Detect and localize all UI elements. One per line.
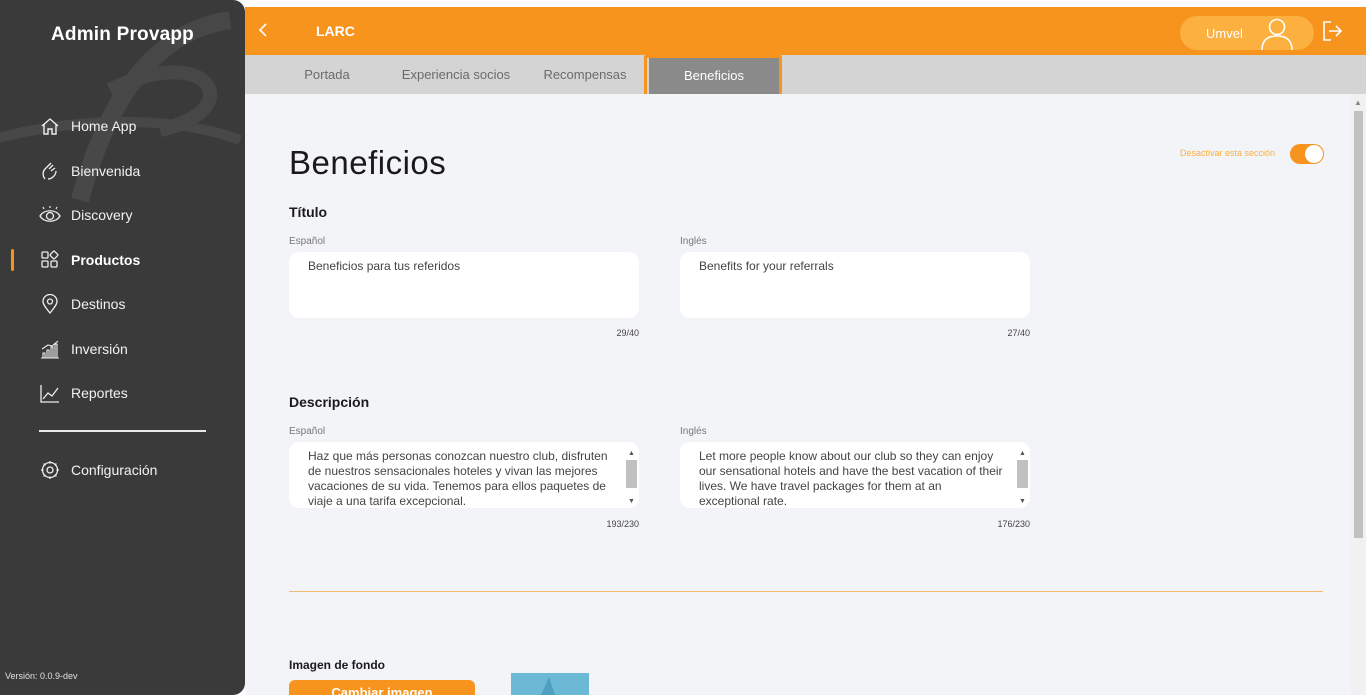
sidebar-nav: Home App Bienvenida Discovery Productos: [0, 104, 245, 416]
description-section-heading: Descripción: [289, 394, 370, 410]
title-en-input[interactable]: Benefits for your referrals: [680, 252, 1030, 318]
main-content: [245, 94, 1351, 695]
logout-icon[interactable]: [1321, 20, 1343, 42]
version-label: Versión: 0.0.9-dev: [5, 671, 78, 681]
sidebar: Admin Provapp Home App Bienvenida Discov…: [0, 0, 245, 695]
textarea-scrollbar-thumb[interactable]: [626, 460, 637, 488]
app-name: LARC: [316, 23, 355, 39]
sidebar-item-label: Productos: [71, 251, 141, 268]
sidebar-config-section: Configuración: [0, 448, 245, 493]
description-en-label: Inglés: [680, 426, 707, 437]
user-menu-button[interactable]: Umvel: [1180, 16, 1314, 51]
sidebar-item-reportes[interactable]: Reportes: [0, 371, 245, 416]
section-toggle[interactable]: [1290, 144, 1324, 164]
tab-portada[interactable]: Portada: [283, 55, 371, 94]
header-bar: LARC Umvel: [245, 7, 1366, 55]
scroll-up-icon[interactable]: ▲: [1354, 98, 1362, 107]
change-image-button[interactable]: Cambiar imagen: [289, 680, 475, 695]
title-section-heading: Título: [289, 204, 328, 220]
tab-experiencia-socios[interactable]: Experiencia socios: [393, 55, 519, 94]
sidebar-item-label: Configuración: [71, 462, 158, 479]
page-title: Beneficios: [289, 144, 447, 181]
sidebar-divider: [39, 430, 206, 432]
description-en-textarea[interactable]: Let more people know about our club so t…: [680, 442, 1030, 508]
scroll-up-icon[interactable]: ▲: [1019, 446, 1026, 461]
sidebar-item-label: Bienvenida: [71, 162, 141, 179]
title-en-counter: 27/40: [1007, 328, 1030, 338]
sidebar-item-label: Discovery: [71, 207, 133, 224]
sidebar-item-discovery[interactable]: Discovery: [0, 193, 245, 238]
app-root: Admin Provapp Home App Bienvenida Discov…: [0, 0, 1366, 695]
scroll-down-icon[interactable]: ▼: [628, 494, 635, 508]
textarea-scrollbar[interactable]: ▲ ▼: [625, 446, 637, 506]
tab-recompensas[interactable]: Recompensas: [537, 55, 633, 94]
textarea-scrollbar[interactable]: ▲ ▼: [1016, 446, 1028, 506]
home-icon: [39, 115, 61, 137]
sidebar-item-configuracion[interactable]: Configuración: [0, 448, 245, 493]
textarea-scrollbar-thumb[interactable]: [1017, 460, 1028, 488]
background-image-label: Imagen de fondo: [289, 658, 385, 672]
user-name: Umvel: [1206, 26, 1243, 41]
gear-icon: [39, 459, 61, 481]
sidebar-item-label: Reportes: [71, 385, 128, 402]
line-chart-icon: [39, 382, 61, 404]
sidebar-item-label: Inversión: [71, 340, 128, 357]
page-scrollbar[interactable]: ▲: [1351, 94, 1366, 695]
scrollbar-thumb[interactable]: [1354, 111, 1363, 538]
section-tabs: Portada Experiencia socios Recompensas B…: [245, 55, 1366, 94]
sidebar-item-label: Home App: [71, 118, 137, 135]
description-en-counter: 176/230: [997, 519, 1030, 529]
sidebar-item-bienvenida[interactable]: Bienvenida: [0, 149, 245, 194]
background-image-preview: [511, 673, 589, 695]
title-es-input[interactable]: Beneficios para tus referidos: [289, 252, 639, 318]
description-es-label: Español: [289, 426, 326, 437]
grid-icon: [39, 249, 61, 271]
sidebar-item-productos[interactable]: Productos: [0, 238, 245, 283]
toggle-knob: [1305, 145, 1323, 163]
section-toggle-label: Desactivar esta sección: [1180, 148, 1276, 158]
user-avatar-icon: [1258, 18, 1296, 51]
description-es-textarea[interactable]: Haz que más personas conozcan nuestro cl…: [289, 442, 639, 508]
sidebar-item-home-app[interactable]: Home App: [0, 104, 245, 149]
back-arrow-icon[interactable]: [257, 21, 275, 41]
scroll-down-icon[interactable]: ▼: [1019, 494, 1026, 508]
eye-icon: [39, 204, 61, 226]
description-es-text: Haz que más personas conozcan nuestro cl…: [308, 449, 608, 508]
description-en-text: Let more people know about our club so t…: [699, 449, 1003, 508]
location-pin-icon: [39, 293, 61, 315]
brand-title: Admin Provapp: [50, 24, 194, 45]
sidebar-item-destinos[interactable]: Destinos: [0, 282, 245, 327]
sidebar-item-inversion[interactable]: Inversión: [0, 327, 245, 372]
sidebar-item-label: Destinos: [71, 296, 126, 313]
title-es-counter: 29/40: [616, 328, 639, 338]
wave-hand-icon: [39, 160, 61, 182]
title-en-label: Inglés: [680, 236, 707, 247]
description-es-counter: 193/230: [606, 519, 639, 529]
section-divider: [289, 591, 1323, 592]
bar-chart-icon: [39, 338, 61, 360]
title-es-label: Español: [289, 236, 326, 247]
scroll-up-icon[interactable]: ▲: [628, 446, 635, 461]
